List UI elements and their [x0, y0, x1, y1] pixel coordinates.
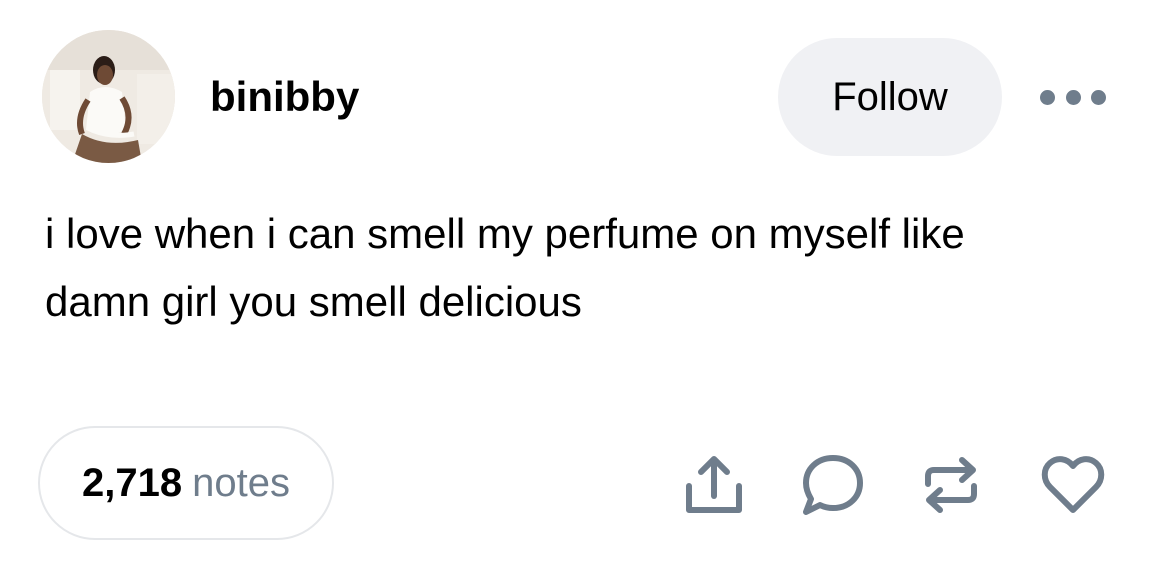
post-text: i love when i can smell my perfume on my… — [45, 200, 1135, 336]
ellipsis-icon — [1065, 89, 1081, 105]
ellipsis-icon — [1091, 89, 1106, 105]
reply-bubble-icon — [803, 455, 863, 515]
notes-count: 2,718 — [82, 460, 183, 505]
follow-button[interactable]: Follow — [778, 38, 1002, 156]
heart-icon — [1041, 456, 1105, 513]
post-text-line: damn girl you smell delicious — [45, 278, 582, 325]
reply-button[interactable] — [800, 452, 866, 518]
share-icon — [686, 456, 742, 513]
username[interactable]: binibby — [210, 72, 359, 122]
share-button[interactable] — [681, 452, 747, 518]
ellipsis-icon — [1040, 89, 1055, 105]
post-text-line: i love when i can smell my perfume on my… — [45, 210, 965, 257]
more-options-button[interactable] — [1040, 84, 1106, 110]
notes-label: notes — [192, 460, 290, 505]
reblog-icon — [925, 457, 977, 513]
avatar[interactable] — [42, 30, 175, 163]
like-button[interactable] — [1040, 452, 1106, 518]
avatar-photo — [42, 30, 175, 163]
reblog-button[interactable] — [918, 452, 984, 518]
notes-button[interactable]: 2,718 notes — [38, 426, 334, 540]
